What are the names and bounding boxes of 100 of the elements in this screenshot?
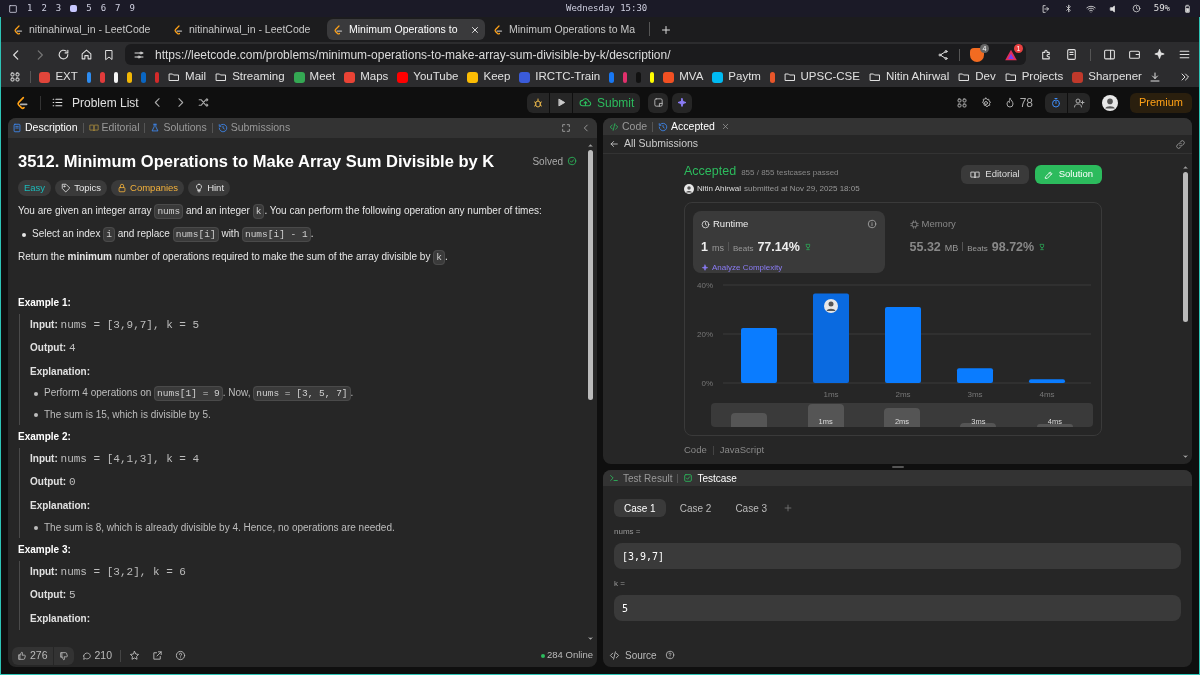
panel-tab[interactable]: Solutions — [150, 120, 207, 136]
help-icon[interactable] — [175, 650, 187, 661]
tag-chip[interactable]: Easy — [18, 180, 52, 196]
timer-button[interactable] — [1045, 92, 1067, 113]
comments-button[interactable]: 210 — [81, 647, 113, 664]
scrollbar-thumb[interactable] — [1183, 172, 1188, 322]
panel-tab[interactable]: Submissions — [217, 120, 291, 136]
case-tab[interactable]: Case 2 — [669, 499, 722, 517]
notes-button[interactable] — [648, 92, 669, 113]
bluetooth-icon[interactable] — [1063, 4, 1073, 13]
bookmark[interactable]: IRCTC-Train — [519, 68, 601, 86]
bookmark-folder[interactable]: Dev — [958, 68, 996, 86]
scroll-down-icon[interactable] — [1182, 453, 1189, 460]
tag-chip[interactable]: Companies — [111, 180, 185, 196]
bookmark-folder[interactable]: Projects — [1004, 68, 1064, 86]
close-icon[interactable] — [470, 24, 480, 35]
share-icon[interactable] — [937, 48, 949, 61]
menu-icon[interactable] — [1178, 48, 1191, 61]
browser-tab[interactable]: Minimum Operations to Ma — [487, 19, 645, 40]
user-name[interactable]: Nitin Ahirwal — [697, 182, 741, 195]
resize-handle[interactable] — [891, 466, 904, 468]
browser-tab[interactable]: nitinahirwal_in - LeetCode — [7, 19, 165, 40]
wifi-icon[interactable] — [1085, 3, 1096, 14]
share-icon[interactable] — [152, 650, 164, 661]
star-icon[interactable] — [129, 650, 141, 661]
tag-chip[interactable]: Topics — [55, 180, 108, 196]
reload-icon[interactable] — [57, 48, 70, 61]
analyze-complexity-link[interactable]: Analyze Complexity — [701, 262, 877, 274]
bookmark-icon[interactable] — [649, 71, 655, 83]
new-tab-icon[interactable] — [660, 24, 672, 36]
bookmark[interactable]: EXT — [39, 68, 78, 86]
reader-icon[interactable] — [1065, 48, 1078, 61]
workspace[interactable]: 9 — [129, 1, 135, 16]
assistant-button[interactable] — [672, 92, 693, 113]
panel-tab[interactable]: Testcase — [683, 470, 737, 486]
browser-tab[interactable]: Minimum Operations to — [327, 19, 485, 40]
settings-icon[interactable] — [979, 96, 992, 109]
debug-button[interactable] — [527, 92, 549, 113]
sparkle-icon[interactable] — [1153, 48, 1166, 61]
active-workspace[interactable] — [70, 5, 78, 12]
case-tab[interactable]: Case 3 — [725, 499, 778, 517]
panel-tab[interactable]: Code — [609, 118, 648, 135]
scroll-up-icon[interactable] — [1182, 164, 1189, 171]
shuffle-icon[interactable] — [196, 96, 210, 109]
panel-tab[interactable]: Editorial — [88, 120, 140, 136]
workspace[interactable]: 5 — [86, 1, 92, 16]
metric-card[interactable]: Runtime 1 ms Beats 77.14% Analyze Complexity — [693, 211, 885, 273]
scroll-down-icon[interactable] — [587, 635, 594, 642]
bookmark[interactable]: Sharpener — [1072, 68, 1142, 86]
editorial-button[interactable]: Editorial — [961, 165, 1029, 184]
bookmark[interactable]: Maps — [344, 68, 389, 86]
back-link[interactable]: All Submissions — [609, 136, 699, 152]
bookmark-icon[interactable] — [103, 48, 115, 61]
download-icon[interactable] — [1148, 71, 1161, 83]
bookmark-folder[interactable]: UPSC-CSE — [783, 68, 860, 86]
bookmark-folder[interactable]: Streaming — [215, 68, 285, 86]
home-icon[interactable] — [80, 48, 93, 61]
invite-button[interactable] — [1068, 92, 1090, 113]
help-icon[interactable] — [664, 650, 675, 660]
workspace[interactable]: 1 — [27, 1, 33, 16]
collapse-icon[interactable] — [581, 123, 591, 133]
wallet-icon[interactable] — [1128, 48, 1141, 61]
workspace[interactable]: 2 — [41, 1, 47, 16]
shield-icon[interactable] — [970, 47, 984, 62]
run-button[interactable] — [550, 92, 572, 113]
problem-list-link[interactable]: Problem List — [51, 93, 139, 112]
input-field[interactable]: [3,9,7] — [614, 543, 1181, 569]
extensions-icon[interactable] — [1040, 48, 1053, 61]
premium-button[interactable]: Premium — [1130, 92, 1192, 113]
panel-tab[interactable]: Description — [12, 120, 78, 136]
workspace[interactable]: 6 — [100, 1, 107, 16]
bookmark[interactable]: MVA — [663, 68, 704, 86]
bookmark-icon[interactable] — [127, 71, 132, 83]
bookmark[interactable]: Keep — [467, 68, 511, 86]
link-icon[interactable] — [1175, 138, 1186, 150]
streak-counter[interactable]: 78 — [1003, 93, 1033, 112]
bookmark[interactable]: YouTube — [397, 68, 459, 86]
apps-icon[interactable] — [9, 71, 21, 83]
panel-tab[interactable]: Accepted — [658, 118, 730, 135]
close-tab-icon[interactable] — [720, 122, 730, 132]
tag-chip[interactable]: Hint — [188, 180, 231, 196]
bookmark-folder[interactable]: Mail — [168, 68, 207, 86]
bookmark[interactable]: Paytm — [712, 68, 761, 86]
workspace[interactable]: 3 — [55, 1, 62, 16]
fullscreen-icon[interactable] — [561, 123, 571, 133]
panel-tab[interactable]: Test Result — [609, 470, 673, 486]
workspace[interactable]: 7 — [115, 1, 121, 16]
browser-tab[interactable]: nitinahirwal_in - LeetCode — [167, 19, 325, 40]
source-link[interactable]: Source — [609, 647, 657, 663]
scroll-up-icon[interactable] — [587, 142, 594, 149]
bookmark-icon[interactable] — [113, 71, 119, 83]
input-field[interactable]: 5 — [614, 595, 1181, 621]
submit-button[interactable]: Submit — [573, 92, 641, 113]
logout-icon[interactable] — [1040, 3, 1051, 14]
metric-card[interactable]: Memory 55.32 MB Beats 98.72% — [901, 211, 1093, 273]
scrollbar-thumb[interactable] — [588, 150, 593, 400]
bar[interactable] — [813, 293, 849, 383]
info-icon[interactable] — [866, 219, 877, 230]
case-tab[interactable]: Case 1 — [614, 499, 666, 517]
bookmark[interactable]: Meet — [293, 68, 336, 86]
